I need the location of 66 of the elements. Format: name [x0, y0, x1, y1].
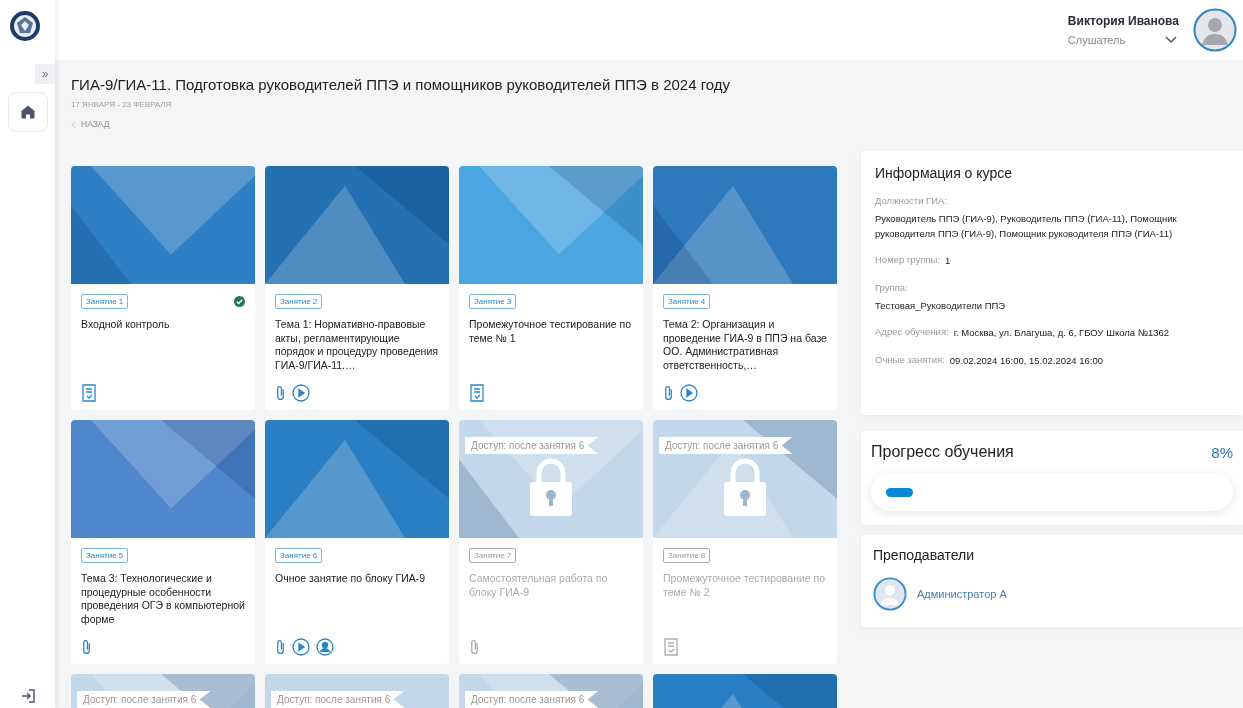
- home-button[interactable]: [7, 92, 48, 132]
- lesson-title: Промежуточное тестирование по теме № 2: [663, 572, 827, 600]
- paperclip-icon[interactable]: [275, 384, 286, 402]
- home-icon: [19, 104, 36, 120]
- access-label: Доступ: после занятия 6: [271, 691, 405, 708]
- lesson-tag: Занятие 6: [275, 548, 323, 563]
- lesson-tag: Занятие 4: [663, 294, 711, 309]
- lesson-tag: Занятие 1: [81, 294, 129, 309]
- panel-title: Преподаватели: [873, 547, 975, 563]
- lesson-title: Входной контроль: [81, 318, 171, 332]
- lesson-title: Промежуточное тестирование по теме № 1: [469, 318, 633, 346]
- teacher-avatar[interactable]: [873, 577, 907, 611]
- field-label: Адрес обучения:: [875, 326, 949, 340]
- person-icon[interactable]: [316, 638, 334, 656]
- paperclip-icon[interactable]: [663, 384, 674, 402]
- paperclip-icon[interactable]: [81, 638, 92, 656]
- lesson-tag: Занятие 5: [81, 548, 129, 563]
- teacher-name[interactable]: Администратор А: [917, 588, 1007, 600]
- lesson-tag: Занятие 2: [275, 294, 323, 309]
- lesson-title: Самостоятельная работа по блоку ГИА-9: [469, 572, 609, 600]
- lesson-card[interactable]: Занятие 4 Тема 2: Организация и проведение ГИА-9 в ППЭ на базе ОО. Административная ответственность,…: [653, 166, 837, 410]
- progress-percent: 8%: [1211, 443, 1233, 461]
- access-label: Доступ: после занятия 6: [465, 437, 599, 454]
- access-label: Доступ: после занятия 6: [465, 691, 599, 708]
- lesson-title: Очное занятие по блоку ГИА-9: [275, 572, 427, 586]
- lesson-title: Тема 3: Технологические и процедурные особенности проведения ОГЭ в компьютерной форме: [81, 572, 245, 627]
- play-icon[interactable]: [292, 638, 310, 656]
- field-value: Руководитель ППЭ (ГИА-9), Руководитель ППЭ (ГИА-11), Помощник руководителя ППЭ (ГИА-9), Помощник руководителя ППЭ (ГИА-11): [875, 212, 1178, 241]
- play-icon[interactable]: [680, 384, 698, 402]
- course-dates: 17 ЯНВАРЯ - 23 ФЕВРАЛЯ: [71, 100, 172, 109]
- test-document-icon[interactable]: [81, 384, 97, 402]
- paperclip-icon[interactable]: [469, 638, 480, 656]
- user-role: Слушатель: [1067, 34, 1126, 46]
- lesson-card[interactable]: Занятие 3 Промежуточное тестирование по теме № 1: [459, 166, 643, 410]
- expand-sidebar-button[interactable]: »: [35, 64, 55, 84]
- access-label: Доступ: после занятия 6: [659, 437, 793, 454]
- field-label: Должности ГИА:: [875, 195, 949, 206]
- field-label: Очные занятия:: [875, 353, 945, 367]
- test-document-icon[interactable]: [663, 638, 679, 656]
- panel-title: Прогресс обучения: [871, 443, 1014, 461]
- field-value: 1: [945, 254, 951, 269]
- field-value: Тестовая_Руководители ППЭ: [875, 298, 1007, 313]
- logout-icon[interactable]: [19, 688, 36, 704]
- play-icon[interactable]: [292, 384, 310, 402]
- lesson-card[interactable]: Занятие 1 Входной контроль: [71, 166, 255, 410]
- lesson-title: Тема 1: Нормативно-правовые акты, регламентирующие порядок и процедуру проведения ГИА-9/ГИА-11.…: [275, 318, 439, 373]
- lesson-tag: Занятие 8: [663, 548, 711, 563]
- panel-title: Информация о курсе: [875, 165, 1013, 181]
- lesson-card[interactable]: Занятие 5 Тема 3: Технологические и процедурные особенности проведения ОГЭ в компьютерной форме: [71, 420, 255, 664]
- course-title: ГИА-9/ГИА-11. Подготовка руководителей ППЭ и помощников руководителей ППЭ в 2024 году: [71, 76, 731, 93]
- field-label: Номер группы:: [875, 254, 941, 268]
- lesson-card[interactable]: Занятие 2 Тема 1: Нормативно-правовые акты, регламентирующие порядок и процедуру проведения ГИА-9/ГИА-11.…: [265, 166, 449, 410]
- lesson-tag: Занятие 3: [469, 294, 517, 309]
- user-name: Виктория Иванова: [1067, 14, 1179, 28]
- user-avatar[interactable]: [1193, 8, 1237, 52]
- emblem-logo[interactable]: [8, 10, 41, 42]
- lesson-tag: Занятие 7: [469, 548, 517, 563]
- field-value: 09.02.2024 16:00, 15.02.2024 16:00: [949, 353, 1103, 368]
- paperclip-icon[interactable]: [275, 638, 286, 656]
- chevron-down-icon[interactable]: [1165, 36, 1178, 44]
- access-label: Доступ: после занятия 6: [77, 691, 211, 708]
- lesson-card[interactable]: Занятие 6 Очное занятие по блоку ГИА-9: [265, 420, 449, 664]
- field-label: Группа:: [875, 281, 909, 293]
- test-document-icon[interactable]: [469, 384, 485, 402]
- lesson-title: Тема 2: Организация и проведение ГИА-9 в ППЭ на базе ОО. Административная ответственность,…: [663, 318, 827, 373]
- field-value: г. Москва, ул. Благуша, д. 6, ГБОУ Школа №1362: [953, 326, 1170, 341]
